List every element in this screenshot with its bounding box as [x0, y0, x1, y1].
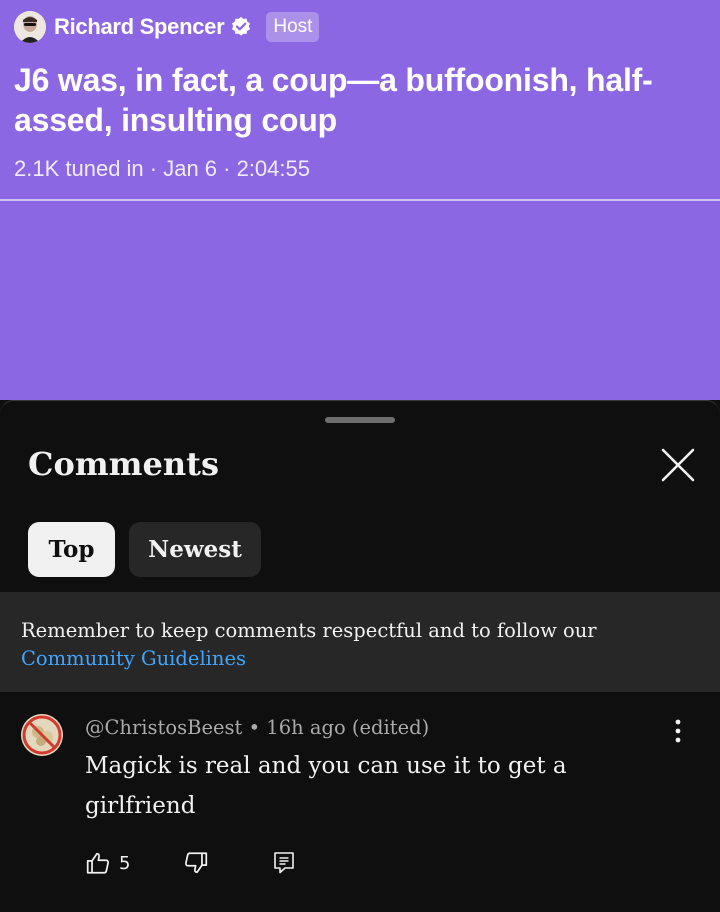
- close-icon[interactable]: [658, 445, 698, 485]
- stream-meta: 2.1K tuned in · Jan 6 · 2:04:55: [14, 156, 310, 181]
- banner-text: Remember to keep comments respectful and…: [21, 619, 597, 642]
- guidelines-banner: Remember to keep comments respectful and…: [0, 592, 720, 692]
- live-stream-header: Richard Spencer Host J6 was, in fact, a …: [0, 0, 720, 400]
- like-button[interactable]: 5: [85, 850, 130, 876]
- host-badge: Host: [266, 12, 320, 42]
- comment-author[interactable]: @ChristosBeest: [85, 716, 242, 739]
- stream-title: J6 was, in fact, a coup—a buffoonish, ha…: [14, 62, 653, 138]
- tab-top[interactable]: Top: [28, 522, 115, 577]
- comment-meta: @ChristosBeest • 16h ago (edited): [85, 716, 429, 739]
- comment-text: Magick is real and you can use it to get…: [85, 753, 567, 819]
- banner-text-block: Remember to keep comments respectful and…: [21, 617, 597, 673]
- comments-sheet: Comments Top Newest Remember to keep com…: [0, 400, 720, 912]
- host-avatar-image: [14, 11, 46, 43]
- more-options-icon[interactable]: [668, 716, 688, 746]
- sort-tabs: Top Newest: [28, 522, 261, 577]
- thumbs-up-icon: [86, 852, 110, 874]
- host-avatar[interactable]: [14, 11, 46, 43]
- host-name[interactable]: Richard Spencer: [54, 14, 225, 40]
- comment-time: • 16h ago (edited): [248, 716, 430, 739]
- dislike-button[interactable]: [183, 850, 209, 876]
- reply-icon: [274, 852, 294, 874]
- drag-handle[interactable]: [325, 417, 395, 423]
- tab-newest[interactable]: Newest: [129, 522, 261, 577]
- comments-title: Comments: [28, 445, 219, 483]
- divider: [0, 199, 720, 201]
- community-guidelines-link[interactable]: Community Guidelines: [21, 647, 246, 670]
- verified-badge-icon: [232, 16, 251, 36]
- reply-button[interactable]: [272, 850, 296, 876]
- host-row: Richard Spencer Host: [14, 10, 320, 44]
- thumbs-down-icon: [184, 852, 208, 874]
- commenter-avatar[interactable]: [21, 714, 63, 756]
- commenter-avatar-image: [21, 714, 63, 756]
- comment-item: @ChristosBeest • 16h ago (edited) Magick…: [0, 692, 720, 912]
- like-count: 5: [119, 852, 131, 874]
